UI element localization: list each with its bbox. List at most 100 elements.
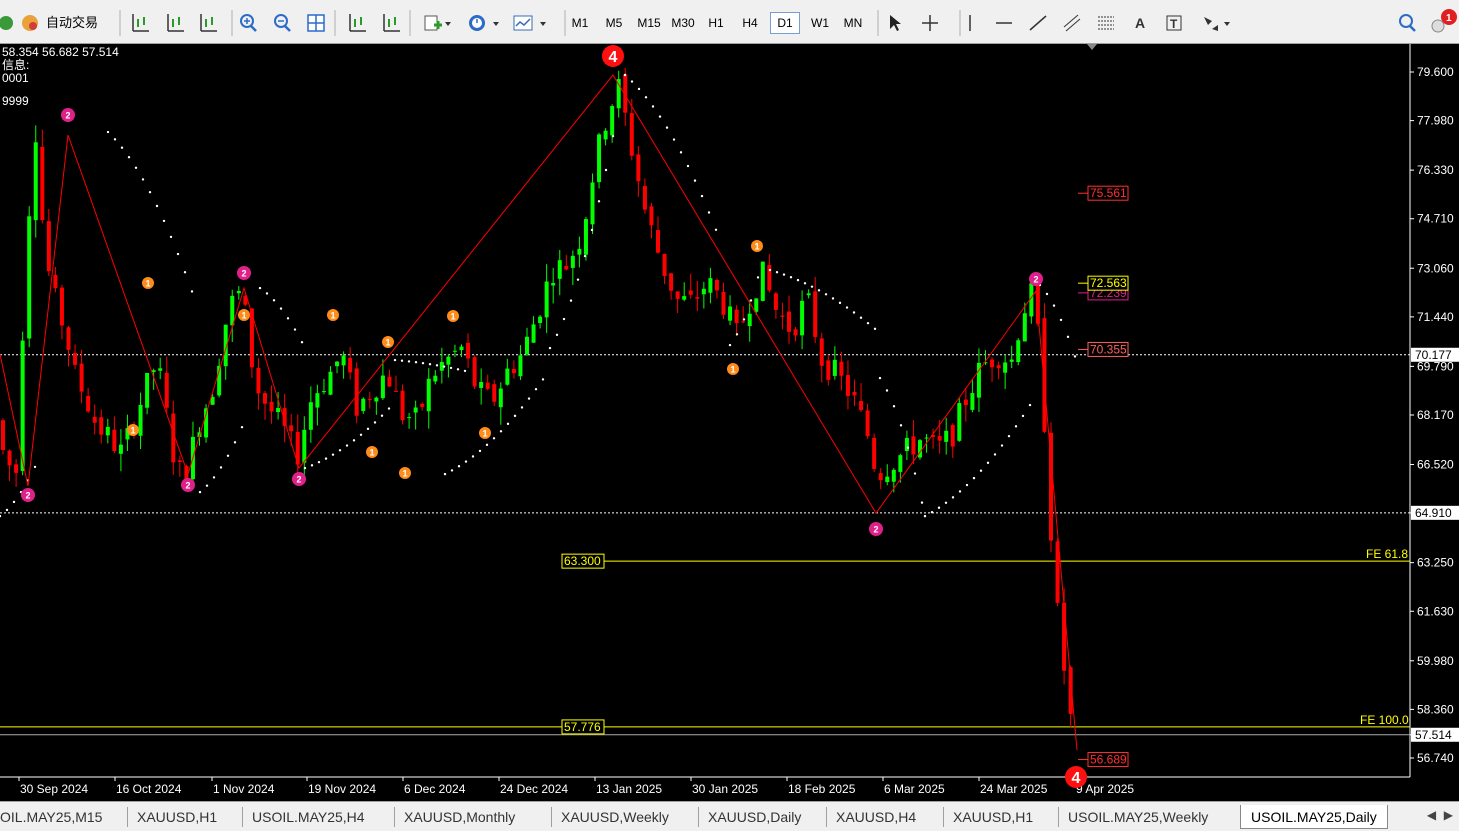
candle	[885, 464, 890, 486]
zoom-in-icon[interactable]	[240, 14, 257, 32]
timeframe-m15[interactable]: M15	[634, 12, 664, 34]
chart-tab-usoil-may25-weekly[interactable]: USOIL.MAY25,Weekly	[1068, 805, 1208, 829]
sar-dot	[768, 268, 772, 272]
candle	[92, 404, 97, 435]
candle	[505, 358, 510, 386]
timeframe-m30[interactable]: M30	[668, 12, 698, 34]
wave-labels: 4 4 2 2 2 2 2 2 2 1 1 1 1 1 1 1 1 1 1 1	[21, 45, 1087, 788]
info-line-3: 0001	[2, 71, 29, 85]
crosshair-icon[interactable]	[922, 15, 938, 31]
chart-tab-xauusd-weekly[interactable]: XAUUSD,Weekly	[561, 805, 669, 829]
sar-dot	[569, 299, 573, 302]
candle	[590, 173, 595, 234]
candle	[66, 325, 71, 367]
timeframe-m5[interactable]: M5	[600, 12, 628, 34]
svg-text:T: T	[1170, 17, 1178, 31]
chart-shift-icon[interactable]	[349, 14, 366, 32]
chart-tab-xauusd-h1[interactable]: XAUUSD,H1	[953, 805, 1033, 829]
cursor-icon[interactable]	[890, 15, 901, 31]
templates-icon[interactable]	[513, 15, 533, 31]
price-chart[interactable]: 79.600 77.980 76.330 74.710 73.060 71.440 69.7…	[0, 44, 1459, 801]
sar-dot	[457, 465, 461, 468]
sar-dot	[852, 311, 856, 314]
candle	[695, 280, 700, 312]
chart-tab-xauusd-daily[interactable]: XAUUSD,Daily	[708, 805, 801, 829]
svg-text:2: 2	[241, 269, 246, 279]
sar-dot	[714, 228, 718, 231]
svg-text:1: 1	[730, 365, 735, 375]
wave-2-label: 2	[21, 488, 35, 502]
time-tick-label: 1 Nov 2024	[213, 782, 275, 796]
candle	[236, 286, 241, 300]
chart-tab-xauusd-h1[interactable]: XAUUSD,H1	[137, 805, 217, 829]
price-label-text-level: 64.910	[1415, 506, 1452, 520]
timeframe-h1[interactable]: H1	[704, 12, 728, 34]
chart-tab-xauusd-monthly[interactable]: XAUUSD,Monthly	[404, 805, 515, 829]
autoscroll-icon[interactable]	[383, 14, 400, 32]
trendline-icon[interactable]	[1029, 15, 1047, 31]
timeframe-h4[interactable]: H4	[737, 12, 763, 34]
candle	[315, 384, 320, 426]
sar-dot	[520, 406, 524, 409]
chart-tab-usoil-may25-daily[interactable]: USOIL.MAY25,Daily	[1240, 805, 1388, 829]
wave-2-label: 2	[237, 266, 251, 280]
sar-dot	[265, 292, 269, 295]
auto-trade-icon[interactable]	[22, 15, 38, 31]
candle	[813, 276, 818, 344]
sar-dot	[1028, 403, 1032, 407]
text-label-icon[interactable]: T	[1166, 15, 1182, 31]
candle	[616, 70, 621, 118]
tab-scroll-arrows[interactable]: ◀ ▶	[1427, 808, 1453, 822]
sar-dot	[359, 433, 363, 436]
bar-chart-icon[interactable]	[132, 14, 149, 32]
candle	[852, 379, 857, 407]
chart-tab-oil-may25-m15[interactable]: OIL.MAY25,M15	[0, 805, 102, 829]
timeframe-mn[interactable]: MN	[838, 12, 868, 34]
chart-tab-usoil-may25-h4[interactable]: USOIL.MAY25,H4	[252, 805, 365, 829]
tab-separator	[394, 807, 395, 827]
candle	[112, 416, 117, 454]
indicators-icon[interactable]	[424, 15, 442, 31]
time-tick-label: 6 Mar 2025	[884, 782, 945, 796]
candle-chart-icon[interactable]	[167, 14, 184, 32]
svg-text:2: 2	[1033, 275, 1038, 285]
candle	[177, 456, 182, 477]
candle	[990, 357, 995, 382]
candle	[348, 347, 353, 380]
candle	[59, 284, 64, 340]
candle	[498, 382, 503, 425]
periods-icon[interactable]	[469, 15, 485, 31]
candle	[793, 326, 798, 342]
sar-dot	[583, 254, 587, 258]
search-icon[interactable]	[1399, 14, 1416, 32]
sar-dot	[300, 341, 304, 344]
sar-dot	[920, 501, 924, 504]
auto-trade-button[interactable]: 自动交易	[46, 12, 98, 34]
candle	[721, 282, 726, 320]
chart-canvas[interactable]: 79.60077.98076.33074.71073.06071.44069.7…	[0, 44, 1459, 801]
zoom-out-icon[interactable]	[274, 14, 291, 32]
candle	[407, 413, 412, 429]
sar-dot	[686, 164, 690, 168]
candle	[944, 417, 949, 455]
candle	[957, 398, 962, 442]
arrows-icon[interactable]	[1204, 17, 1218, 31]
timeframe-m1[interactable]: M1	[567, 12, 593, 34]
candle	[734, 305, 739, 337]
sar-dot	[965, 483, 969, 487]
sar-dot	[796, 278, 800, 282]
globe-icon[interactable]	[0, 16, 13, 30]
channel-icon[interactable]	[1063, 14, 1081, 32]
sar-dot	[141, 178, 145, 181]
fibonacci-icon[interactable]	[1098, 16, 1114, 30]
line-chart-icon[interactable]	[200, 14, 217, 32]
sar-dot	[407, 360, 411, 363]
sar-dot	[590, 228, 594, 232]
timeframe-w1[interactable]: W1	[806, 12, 834, 34]
candle	[446, 354, 451, 378]
text-icon[interactable]: A	[1135, 15, 1145, 31]
candle	[728, 295, 733, 326]
timeframe-d1[interactable]: D1	[770, 12, 800, 34]
tile-windows-icon[interactable]	[307, 14, 325, 32]
chart-tab-xauusd-h4[interactable]: XAUUSD,H4	[836, 805, 916, 829]
